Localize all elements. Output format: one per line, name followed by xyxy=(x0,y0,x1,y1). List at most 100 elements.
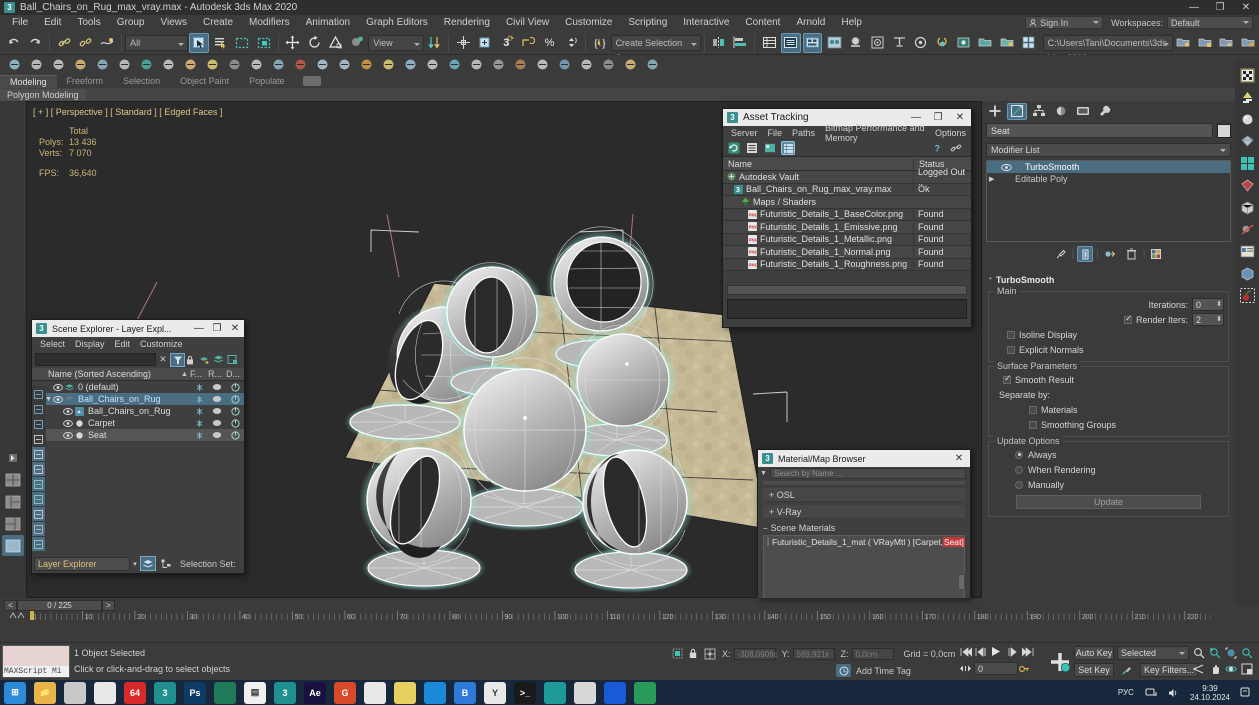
group-vray[interactable]: + V-Ray xyxy=(763,505,965,519)
render-icon[interactable] xyxy=(70,55,90,75)
frozen-toggle-icon[interactable] xyxy=(190,383,208,392)
next-frame-button[interactable]: > xyxy=(102,600,115,611)
opera-icon[interactable] xyxy=(364,681,386,704)
previous-frame-button[interactable] xyxy=(975,646,990,657)
calc-icon[interactable] xyxy=(574,681,596,704)
spacewarp-icon[interactable] xyxy=(268,55,288,75)
schematic-view-button[interactable] xyxy=(824,33,844,53)
no-material-icon[interactable] xyxy=(1238,220,1256,238)
scene-explorer-row[interactable]: Ball_Chairs_on_Rug xyxy=(32,405,244,417)
spinner-snap-button[interactable] xyxy=(518,33,538,53)
absolute-relative-mode-icon[interactable] xyxy=(702,647,717,660)
scene-explorer-menu-edit[interactable]: Edit xyxy=(110,339,136,349)
select-invert-icon[interactable] xyxy=(32,432,45,446)
minimize-button[interactable]: — xyxy=(190,323,208,334)
unlink-selection-button[interactable] xyxy=(76,33,96,53)
chevron-down-icon[interactable]: ▼ xyxy=(760,470,767,477)
auto-key-button[interactable]: Auto Key xyxy=(1074,646,1114,660)
object-color-swatch[interactable] xyxy=(1217,123,1231,138)
update-button[interactable]: Update xyxy=(1016,495,1201,509)
set-key-button[interactable]: Set Key xyxy=(1074,663,1114,677)
tab-utilities[interactable] xyxy=(1095,103,1115,120)
asset-menu-paths[interactable]: Paths xyxy=(787,128,820,138)
tab-create[interactable] xyxy=(985,103,1005,120)
notes-icon[interactable] xyxy=(394,681,416,704)
asset-row[interactable]: 3 Ball_Chairs_on_Rug_max_vray.max Ok xyxy=(723,183,971,196)
tab-display[interactable] xyxy=(1073,103,1093,120)
select-similar-icon[interactable] xyxy=(32,417,45,431)
cherry-material-icon[interactable] xyxy=(1238,286,1256,304)
save-render-button[interactable] xyxy=(997,33,1017,53)
network-icon[interactable] xyxy=(1145,687,1157,699)
pin-stack-icon[interactable] xyxy=(1053,246,1069,262)
modifier-stack[interactable]: TurboSmooth ▶ Editable Poly xyxy=(986,160,1231,242)
smoothing-groups-row[interactable]: Smoothing Groups xyxy=(993,418,1224,431)
render-iters-spinner[interactable]: 2 xyxy=(1192,313,1224,326)
notifications-icon[interactable] xyxy=(1240,687,1251,698)
display-toggle-icon[interactable] xyxy=(226,418,244,428)
viewport-layout-2-button[interactable] xyxy=(2,491,24,512)
g-icon[interactable]: G xyxy=(334,681,356,704)
viewport-layout-1-button[interactable] xyxy=(2,469,24,490)
lock-cell-icon[interactable] xyxy=(32,507,45,521)
bridge-icon[interactable] xyxy=(598,55,618,75)
blue-box-icon[interactable] xyxy=(1238,264,1256,282)
scene-explorer-window[interactable]: 3 Scene Explorer - Layer Expl... — ❐ ✕ S… xyxy=(31,319,245,574)
y-coordinate-input[interactable]: 569,921к xyxy=(792,647,835,660)
zoom-extents-icon[interactable] xyxy=(1223,645,1239,661)
update-always-row[interactable]: Always xyxy=(993,448,1224,461)
add-layer-icon[interactable] xyxy=(199,354,213,365)
layer-icon[interactable] xyxy=(136,55,156,75)
toggle-scene-explorer-button[interactable] xyxy=(759,33,779,53)
current-frame-display[interactable]: 0 / 225 xyxy=(17,600,102,611)
plugin-icon[interactable] xyxy=(180,55,200,75)
key-mode-toggle-icon[interactable] xyxy=(960,664,974,673)
ribbon-panel-polygon-modeling[interactable]: Polygon Modeling xyxy=(0,88,86,101)
smooth-result-row[interactable]: Smooth Result xyxy=(993,373,1224,386)
modifier-list-dropdown[interactable]: Modifier List xyxy=(986,143,1231,157)
64-icon[interactable]: 64 xyxy=(124,681,146,704)
asset-menu-file[interactable]: File xyxy=(763,128,788,138)
update-when-rendering-row[interactable]: When Rendering xyxy=(993,463,1224,476)
viewport-layout-single-button[interactable] xyxy=(2,535,24,556)
material-icon[interactable] xyxy=(356,55,376,75)
script-icon[interactable] xyxy=(554,55,574,75)
material-list-item[interactable]: Futuristic_Details_1_mat ( VRayMtl ) [Ca… xyxy=(764,536,965,547)
key-filters-button[interactable]: Key Filters... xyxy=(1140,663,1198,677)
zoom-all-icon[interactable] xyxy=(1207,645,1223,661)
select-and-scale-button[interactable] xyxy=(326,33,346,53)
window-crossing-button[interactable] xyxy=(254,33,274,53)
maximize-button[interactable]: ❐ xyxy=(208,323,226,334)
box-icon[interactable] xyxy=(334,55,354,75)
menu-item-scripting[interactable]: Scripting xyxy=(620,15,675,31)
yandex-icon[interactable]: Y xyxy=(484,681,506,704)
scene-materials-list[interactable]: Futuristic_Details_1_mat ( VRayMtl ) [Ca… xyxy=(763,535,965,598)
column-header-name[interactable]: Name (Sorted Ascending) xyxy=(46,369,181,379)
toggle-layer-explorer-button[interactable] xyxy=(781,32,801,53)
render-setup-button[interactable] xyxy=(868,33,888,53)
eye-icon[interactable] xyxy=(62,419,74,427)
four-tile-icon[interactable] xyxy=(1238,154,1256,172)
close-button[interactable]: ✕ xyxy=(226,323,244,334)
checker-cone-icon[interactable] xyxy=(1238,88,1256,106)
menu-item-graph-editors[interactable]: Graph Editors xyxy=(358,15,436,31)
scene-explorer-row[interactable]: Seat xyxy=(32,429,244,441)
physics-icon[interactable] xyxy=(422,55,442,75)
time-slider-handle[interactable] xyxy=(30,611,34,620)
file-explorer-icon[interactable]: 📁 xyxy=(34,681,56,704)
smooth-result-checkbox[interactable] xyxy=(1003,373,1012,384)
column-header-display[interactable]: D... xyxy=(226,369,244,379)
frozen-toggle-icon[interactable] xyxy=(190,407,208,416)
terminal-icon[interactable]: >_ xyxy=(514,681,536,704)
pan-view-icon[interactable] xyxy=(1207,661,1223,677)
next-frame-button[interactable] xyxy=(1007,646,1022,657)
project-path-combo[interactable]: C:\Users\Tani\Documents\3ds Max 2020 xyxy=(1042,34,1173,63)
show-end-result-icon[interactable] xyxy=(1077,246,1094,262)
start-icon[interactable]: ⊞ xyxy=(4,681,26,704)
mirror-icon[interactable] xyxy=(92,55,112,75)
scene-explorer-search-input[interactable] xyxy=(35,353,156,366)
column-header-renderable[interactable]: R... xyxy=(208,369,226,379)
scrollbar-thumb[interactable] xyxy=(958,574,965,590)
key-filter-toggle-icon[interactable] xyxy=(1117,663,1137,677)
smoothing-groups-checkbox[interactable] xyxy=(1029,420,1037,429)
